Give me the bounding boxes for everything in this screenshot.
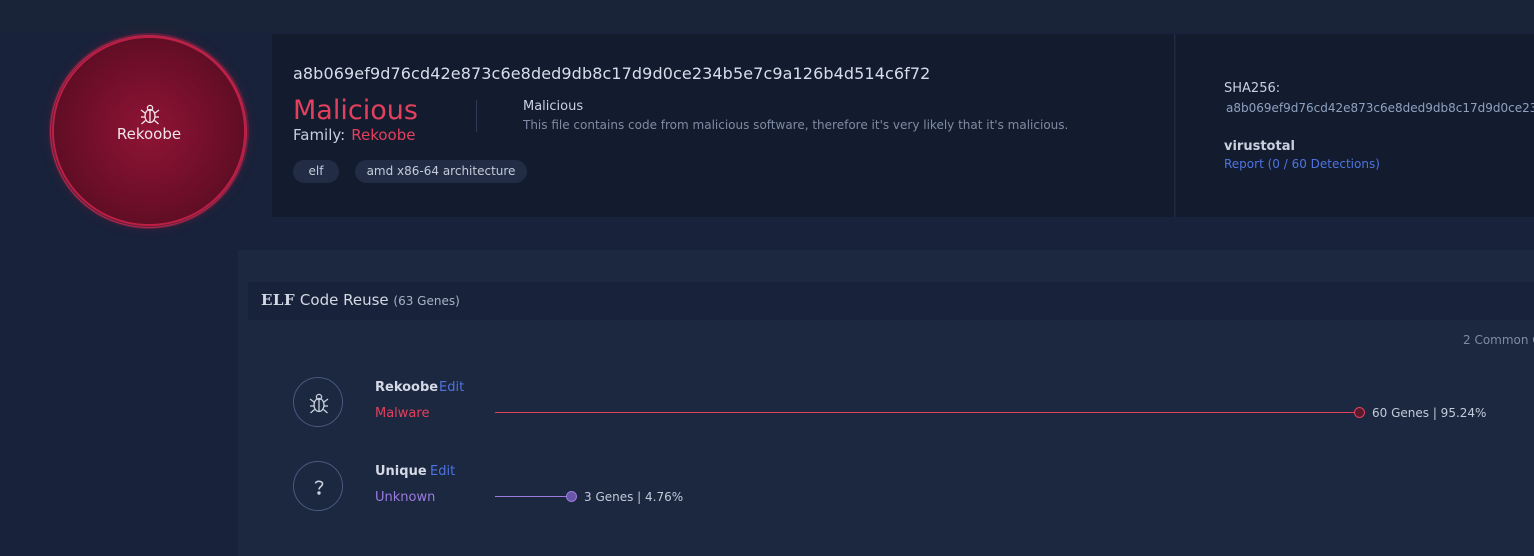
family-line: Family: Rekoobe bbox=[293, 126, 415, 144]
sha256-label: SHA256: bbox=[1224, 81, 1281, 96]
header-divider bbox=[1174, 34, 1175, 217]
verdict-label: Malicious bbox=[293, 95, 418, 126]
gene-bar-marker-unique bbox=[566, 491, 577, 502]
section-title-prefix: ELF bbox=[261, 291, 296, 309]
edit-link-unique[interactable]: Edit bbox=[430, 464, 455, 479]
gene-type-malware: Malware bbox=[375, 406, 430, 421]
virustotal-report-link[interactable]: Report (0 / 60 Detections) bbox=[1224, 157, 1380, 171]
edit-link-rekoobe[interactable]: Edit bbox=[439, 380, 464, 395]
top-strip bbox=[0, 0, 1534, 32]
bug-icon bbox=[309, 393, 329, 414]
gene-name-unique[interactable]: Unique bbox=[375, 464, 427, 479]
family-badge: Rekoobe bbox=[50, 35, 247, 228]
family-label: Family: bbox=[293, 126, 346, 144]
file-hash-title: a8b069ef9d76cd42e873c6e8ded9db8c17d9d0ce… bbox=[293, 64, 931, 83]
verdict-heading: Malicious bbox=[523, 99, 584, 114]
bug-icon bbox=[140, 104, 160, 125]
section-title: ELF Code Reuse (63 Genes) bbox=[261, 291, 460, 309]
family-name: Rekoobe bbox=[351, 126, 416, 144]
gene-bar-rekoobe bbox=[495, 412, 1356, 413]
header-side-panel bbox=[1176, 34, 1534, 217]
gene-stats-rekoobe: 60 Genes | 95.24% bbox=[1372, 406, 1487, 420]
tag-architecture[interactable]: amd x86-64 architecture bbox=[355, 160, 527, 183]
gene-bar-marker-rekoobe bbox=[1354, 407, 1365, 418]
gene-stats-unique: 3 Genes | 4.76% bbox=[584, 490, 684, 504]
gene-type-unknown: Unknown bbox=[375, 490, 436, 505]
verdict-description: This file contains code from malicious s… bbox=[523, 118, 1069, 132]
gene-count: (63 Genes) bbox=[393, 294, 460, 308]
tag-elf[interactable]: elf bbox=[293, 160, 339, 183]
common-genes-label: 2 Common Genes bbox=[1463, 333, 1534, 347]
verdict-separator bbox=[476, 100, 477, 132]
virustotal-label: virustotal bbox=[1224, 139, 1295, 154]
gene-icon-unique[interactable] bbox=[293, 461, 343, 511]
gene-bar-unique bbox=[495, 496, 568, 497]
section-title-text: Code Reuse bbox=[299, 291, 389, 309]
gene-icon-rekoobe[interactable] bbox=[293, 377, 343, 427]
family-badge-name: Rekoobe bbox=[116, 125, 182, 143]
sha256-value: a8b069ef9d76cd42e873c6e8ded9db8c17d9d0ce… bbox=[1226, 101, 1534, 115]
gene-name-rekoobe[interactable]: Rekoobe bbox=[375, 380, 438, 395]
question-icon bbox=[314, 480, 324, 495]
